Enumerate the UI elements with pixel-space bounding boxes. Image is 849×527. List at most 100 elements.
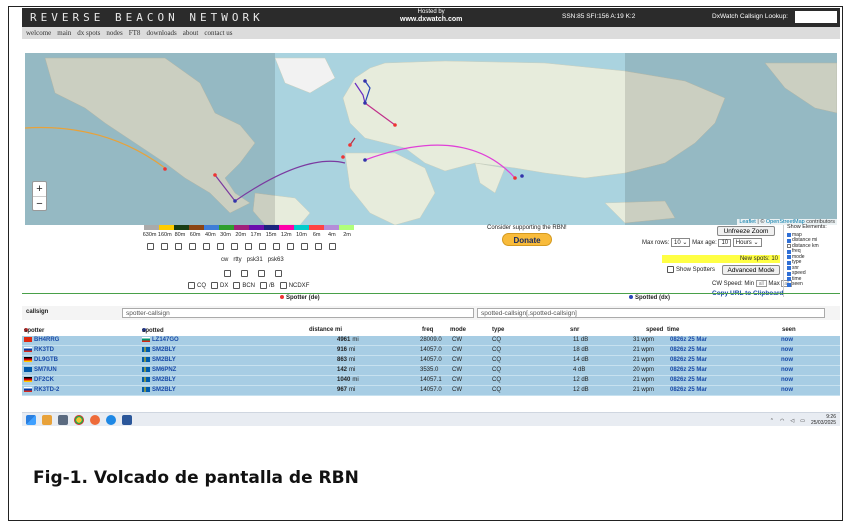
callsign-lookup-input[interactable] <box>795 11 837 23</box>
table-row[interactable]: RK3TD-2 SM2BLY 967 mi 14057.0 CW CQ 12 dB 21 wpm… <box>22 386 840 396</box>
spotted-callsign[interactable]: SM2BLY <box>152 377 176 383</box>
spotter-callsign-input[interactable]: spotter-callsign <box>122 308 474 318</box>
show-element-checkbox[interactable] <box>787 233 791 238</box>
time-cell[interactable]: 0826z 25 Mar <box>670 337 707 343</box>
show-element-checkbox[interactable] <box>787 260 791 265</box>
chevron-up-icon[interactable]: ⌃ <box>770 418 774 424</box>
word-icon[interactable] <box>122 415 132 425</box>
band-checkbox[interactable] <box>287 243 294 250</box>
band-checkbox[interactable] <box>273 243 280 250</box>
spotted-callsign[interactable]: LZ147GO <box>152 337 179 343</box>
show-element-checkbox[interactable] <box>787 249 791 254</box>
mode-checkbox[interactable] <box>241 270 248 277</box>
band-checkbox[interactable] <box>217 243 224 250</box>
col-snr[interactable]: snr <box>570 327 579 333</box>
zoom-out-button[interactable]: − <box>33 196 46 210</box>
type-filter-checkbox[interactable] <box>233 282 241 289</box>
spotter-cell[interactable]: DF2CK <box>24 377 54 383</box>
band-checkbox[interactable] <box>231 243 238 250</box>
band-checkbox[interactable] <box>147 243 154 250</box>
seen-cell[interactable]: now <box>781 367 793 373</box>
table-row[interactable]: DL9GTB SM2BLY 863 mi 14057.0 CW CQ 14 dB 21 wpm 0… <box>22 356 840 366</box>
nav-link[interactable]: main <box>54 28 74 38</box>
spotted-callsign-input[interactable]: spotted-callsign[,spotted-callsign] <box>477 308 825 318</box>
spotter-callsign[interactable]: BH4RRG <box>34 337 59 343</box>
band-checkbox[interactable] <box>203 243 210 250</box>
band-checkbox[interactable] <box>189 243 196 250</box>
nav-link[interactable]: downloads <box>143 28 179 38</box>
mode-checkbox[interactable] <box>224 270 231 277</box>
hosted-by[interactable]: Hosted by www.dxwatch.com <box>400 9 462 24</box>
max-age-unit-select[interactable]: Hours ⌄ <box>732 238 762 247</box>
time-cell[interactable]: 0826z 25 Mar <box>670 387 707 393</box>
type-filter-checkbox[interactable] <box>188 282 195 289</box>
seen-cell[interactable]: now <box>781 357 793 363</box>
spotter-callsign[interactable]: RK3TD-2 <box>34 387 59 393</box>
start-icon[interactable] <box>26 415 36 425</box>
show-spotters-toggle[interactable]: Show Spotters <box>667 266 715 273</box>
spotter-callsign[interactable]: RK3TD <box>34 347 54 353</box>
seen-cell[interactable]: now <box>781 377 793 383</box>
spotter-cell[interactable]: RK3TD <box>24 347 54 353</box>
band-checkbox[interactable] <box>245 243 252 250</box>
hosted-by-link[interactable]: www.dxwatch.com <box>400 16 462 23</box>
show-element-checkbox[interactable] <box>787 271 791 276</box>
spotter-callsign[interactable]: SM7IUN <box>34 367 57 373</box>
show-spotters-checkbox[interactable] <box>667 266 674 273</box>
type-filter-checkbox[interactable] <box>279 282 287 289</box>
col-seen[interactable]: seen <box>782 327 796 333</box>
type-filter-checkbox[interactable] <box>260 282 268 289</box>
table-row[interactable]: DF2CK SM2BLY 1040 mi 14057.1 CW CQ 12 dB 21 wpm 0… <box>22 376 840 386</box>
site-logo[interactable]: REVERSE BEACON NETWORK <box>30 11 264 24</box>
band-checkbox[interactable] <box>161 243 168 250</box>
show-element-checkbox[interactable] <box>787 238 791 243</box>
file-explorer-icon[interactable] <box>42 415 52 425</box>
spotter-cell[interactable]: DL9GTB <box>24 357 58 363</box>
cw-speed-min-input[interactable]: all <box>755 280 767 287</box>
mode-checkbox[interactable] <box>275 270 282 277</box>
show-element-checkbox[interactable] <box>787 244 791 249</box>
band-checkbox[interactable] <box>315 243 322 250</box>
task-view-icon[interactable] <box>58 415 68 425</box>
col-freq[interactable]: freq <box>422 327 433 333</box>
time-cell[interactable]: 0826z 25 Mar <box>670 367 707 373</box>
spotted-cell[interactable]: SM6PNZ <box>142 367 176 373</box>
show-element-checkbox[interactable] <box>787 255 791 260</box>
show-element-checkbox[interactable] <box>787 282 791 287</box>
table-row[interactable]: RK3TD SM2BLY 916 mi 14057.0 CW CQ 18 dB 21 wpm 08… <box>22 346 840 356</box>
col-type[interactable]: type <box>492 327 504 333</box>
col-distance[interactable]: distance mi <box>309 327 342 333</box>
spotted-cell[interactable]: SM2BLY <box>142 347 176 353</box>
table-row[interactable]: SM7IUN SM6PNZ 142 mi 3535.0 CW CQ 4 dB 20 wpm 082… <box>22 366 840 376</box>
spot-map[interactable]: + − Leaflet | © OpenStreetMap contributo… <box>25 53 837 225</box>
spotter-cell[interactable]: BH4RRG <box>24 337 59 343</box>
col-mode[interactable]: mode <box>450 327 466 333</box>
spotted-cell[interactable]: SM2BLY <box>142 377 176 383</box>
nav-link[interactable]: FT8 <box>126 28 144 38</box>
spotted-callsign[interactable]: SM2BLY <box>152 347 176 353</box>
firefox-icon[interactable] <box>90 415 100 425</box>
nav-link[interactable]: nodes <box>103 28 125 38</box>
nav-link[interactable]: welcome <box>23 28 54 38</box>
band-checkbox[interactable] <box>329 243 336 250</box>
mode-checkbox[interactable] <box>258 270 265 277</box>
show-element-checkbox[interactable] <box>787 277 791 282</box>
seen-cell[interactable]: now <box>781 337 793 343</box>
spotted-cell[interactable]: SM2BLY <box>142 387 176 393</box>
spotter-cell[interactable]: SM7IUN <box>24 367 57 373</box>
spotted-cell[interactable]: LZ147GO <box>142 337 179 343</box>
table-row[interactable]: BH4RRG LZ147GO 4961 mi 28009.0 CW CQ 11 dB 31 wp… <box>22 336 840 346</box>
time-cell[interactable]: 0826z 25 Mar <box>670 377 707 383</box>
max-rows-select[interactable]: 10 ⌄ <box>671 238 691 247</box>
band-checkbox[interactable] <box>301 243 308 250</box>
time-cell[interactable]: 0826z 25 Mar <box>670 357 707 363</box>
spotted-cell[interactable]: SM2BLY <box>142 357 176 363</box>
zoom-in-button[interactable]: + <box>33 182 46 196</box>
browser-icon[interactable] <box>106 415 116 425</box>
advanced-mode-button[interactable]: Advanced Mode <box>722 265 780 275</box>
battery-icon[interactable]: ▭ <box>800 418 805 424</box>
seen-cell[interactable]: now <box>781 347 793 353</box>
chrome-icon[interactable] <box>74 415 84 425</box>
nav-link[interactable]: dx spots <box>74 28 103 38</box>
seen-cell[interactable]: now <box>781 387 793 393</box>
